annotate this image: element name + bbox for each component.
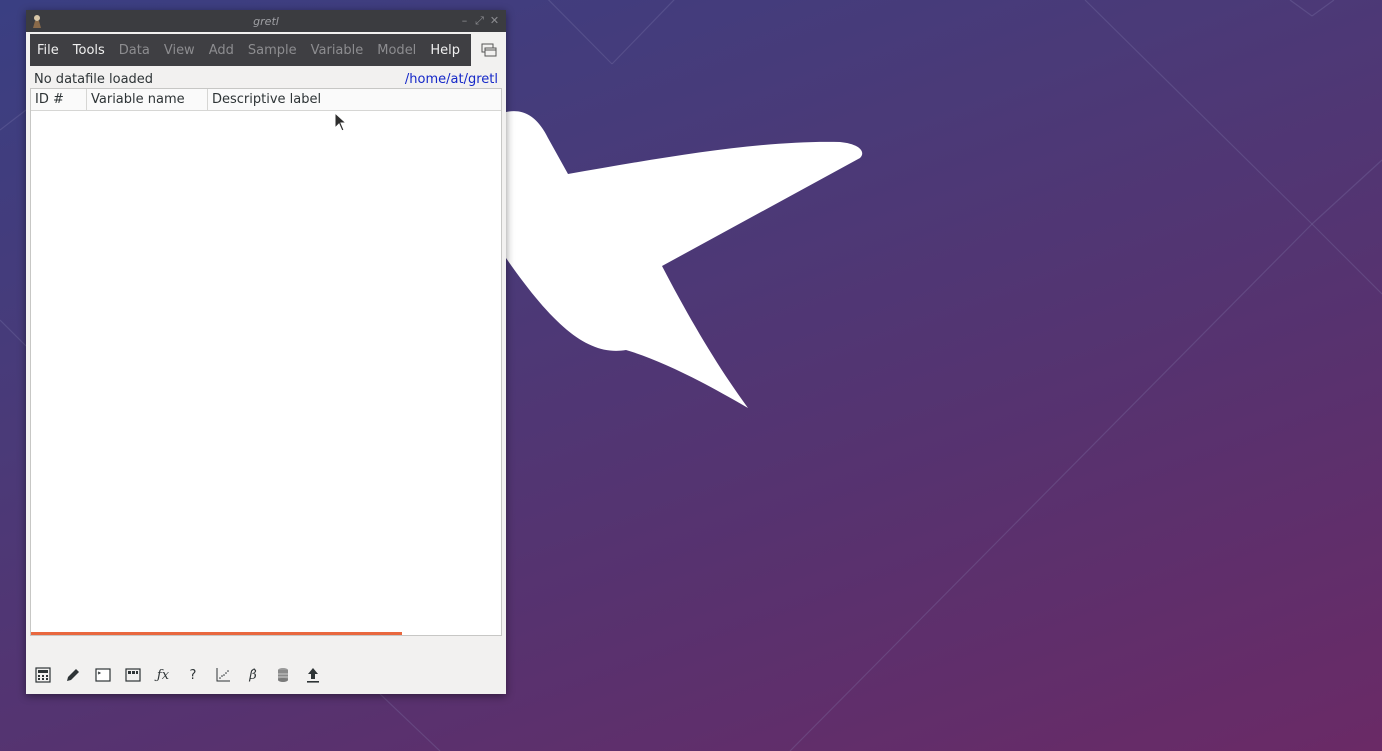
plot-button[interactable]	[212, 664, 234, 686]
working-directory-link[interactable]: /home/at/gretl	[405, 72, 498, 87]
menu-model[interactable]: Model	[370, 43, 423, 58]
menu-add[interactable]: Add	[202, 43, 241, 58]
menu-variable[interactable]: Variable	[304, 43, 371, 58]
mouse-cursor-icon	[334, 112, 348, 132]
minimize-button[interactable]: –	[459, 13, 470, 29]
datafile-status: No datafile loaded	[34, 71, 154, 87]
menu-help[interactable]: Help	[423, 43, 467, 58]
edit-icon	[67, 669, 79, 681]
console-icon	[95, 668, 111, 682]
menu-tools[interactable]: Tools	[66, 43, 112, 58]
menubar: File Tools Data View Add Sample Variable…	[30, 34, 471, 66]
column-variable-name[interactable]: Variable name	[87, 89, 208, 110]
title-bar[interactable]: gretl – ⤢ ✕	[26, 10, 506, 32]
close-button[interactable]: ✕	[489, 13, 500, 29]
windows-stack-icon	[481, 43, 497, 57]
menu-sample[interactable]: Sample	[241, 43, 304, 58]
upload-button[interactable]	[302, 664, 324, 686]
gretl-app-icon	[33, 15, 41, 28]
gretl-main-window: gretl – ⤢ ✕ File Tools Data View Add Sam…	[26, 10, 506, 694]
console-button[interactable]	[92, 664, 114, 686]
window-title: gretl	[253, 14, 279, 28]
database-icon	[278, 668, 288, 682]
function-icon: ƒx	[156, 667, 170, 683]
session-icon-view-button[interactable]	[122, 664, 144, 686]
session-icon	[125, 668, 141, 682]
menu-data[interactable]: Data	[112, 43, 157, 58]
upload-icon	[307, 668, 319, 683]
maximize-button[interactable]: ⤢	[474, 13, 485, 29]
plot-icon	[216, 668, 230, 682]
database-button[interactable]	[272, 664, 294, 686]
menu-file[interactable]: File	[30, 43, 66, 58]
progress-bar	[31, 632, 403, 635]
bottom-toolbar: ƒx ? β̂	[32, 664, 324, 688]
menu-view[interactable]: View	[157, 43, 202, 58]
calculator-icon	[35, 667, 51, 683]
help-icon: ?	[189, 667, 197, 683]
column-descriptive-label[interactable]: Descriptive label	[208, 89, 325, 110]
table-header: ID # Variable name Descriptive label	[31, 89, 501, 111]
windows-list-button[interactable]	[478, 39, 500, 61]
column-id[interactable]: ID #	[31, 89, 87, 110]
user-guide-button[interactable]: ?	[182, 664, 204, 686]
variable-list-table[interactable]: ID # Variable name Descriptive label	[30, 88, 502, 636]
script-editor-button[interactable]	[62, 664, 84, 686]
beta-icon: β̂	[249, 667, 257, 683]
model-button[interactable]: β̂	[242, 664, 264, 686]
calculator-button[interactable]	[32, 664, 54, 686]
function-packages-button[interactable]: ƒx	[152, 664, 174, 686]
